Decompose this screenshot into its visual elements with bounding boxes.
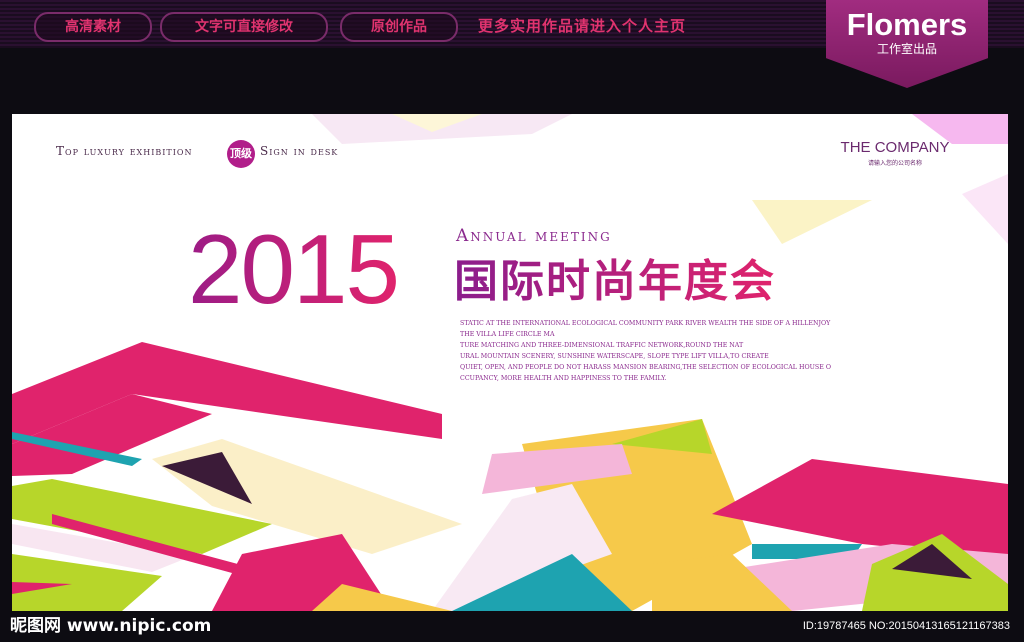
body-line: QUIET, OPEN, AND PEOPLE DO NOT HARASS MA… [460,364,831,371]
body-line: STATIC AT THE INTERNATIONAL ECOLOGICAL C… [460,320,831,327]
top-level-badge: 顶级 [227,140,255,168]
chinese-title: 国际时尚年度会 [454,254,776,310]
brand-subtitle: 工作室出品 [876,42,937,56]
nipic-logo: 昵图网 www.nipic.com [10,616,212,636]
body-paragraph: STATIC AT THE INTERNATIONAL ECOLOGICAL C… [460,318,850,384]
brand-name: Flomers [846,7,968,42]
homepage-promo-link[interactable]: 更多实用作品请进入个人主页 [478,15,686,36]
pale-yellow-triangle [752,200,872,244]
editable-text-button[interactable]: 文字可直接修改 [160,12,328,42]
banner-image: Top luxury exhibition 顶级 Sign in desk TH… [12,114,1008,611]
annual-meeting-text: Annual meeting [456,226,612,246]
brand-logo: Flomers 工作室出品 [826,0,988,88]
year-title: 2015 [188,214,400,324]
body-line: TURE MATCHING AND THREE-DIMENSIONAL TRAF… [460,342,744,349]
company-name-placeholder: 请输入您的公司名称 [867,160,922,167]
pale-pink-shape-right [962,174,1008,244]
hd-material-button[interactable]: 高清素材 [34,12,152,42]
body-line: CCUPANCY, MORE HEALTH AND HAPPINESS TO T… [460,375,667,382]
sign-in-desk-text: Sign in desk [260,144,339,158]
top-luxury-text: Top luxury exhibition [56,144,193,158]
company-name: THE COMPANY [840,139,950,156]
original-work-button[interactable]: 原创作品 [340,12,458,42]
body-line: THE VILLA LIFE CIRCLE MA [460,331,555,338]
image-id-text: ID:19787465 NO:20150413165121167383 [802,620,1010,632]
body-line: URAL MOUNTAIN SCENERY, SUNSHINE WATERSCA… [460,353,769,360]
